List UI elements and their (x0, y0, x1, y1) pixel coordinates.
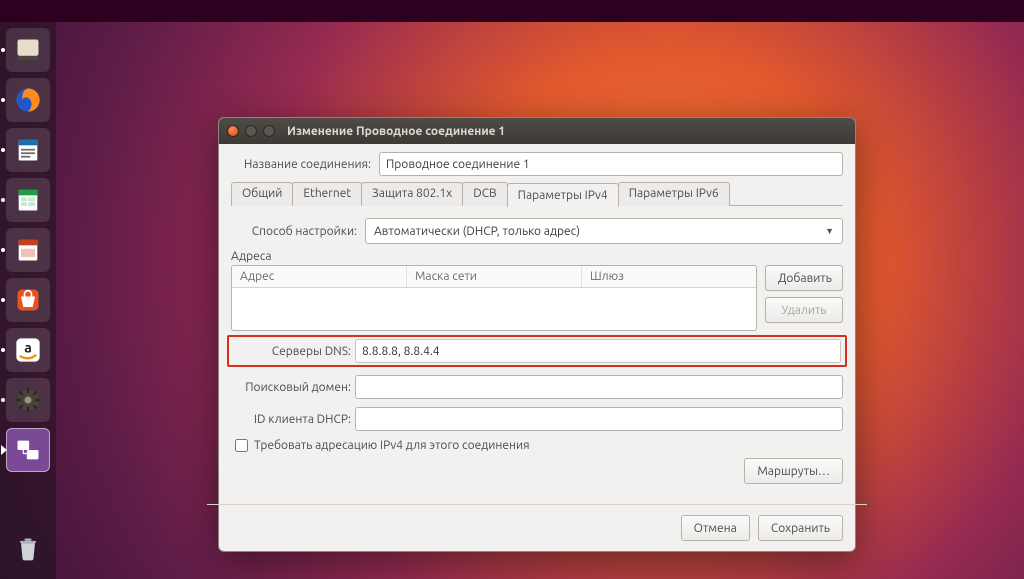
connection-name-input[interactable] (379, 152, 843, 176)
connection-editor-window: Изменение Проводное соединение 1 Названи… (218, 117, 856, 552)
tab-ipv6[interactable]: Параметры IPv6 (618, 182, 730, 206)
ipv4-method-select[interactable]: Автоматически (DHCP, только адрес) ▼ (365, 218, 843, 244)
ipv4-method-value: Автоматически (DHCP, только адрес) (374, 225, 580, 238)
col-netmask: Маска сети (407, 266, 582, 287)
launcher-settings[interactable] (6, 378, 50, 422)
require-ipv4-label: Требовать адресацию IPv4 для этого соеди… (254, 439, 530, 452)
titlebar-buttons (227, 125, 275, 137)
ipv4-method-label: Способ настройки: (231, 225, 357, 238)
network-settings-icon (14, 436, 42, 464)
tab-8021x[interactable]: Защита 802.1x (361, 182, 463, 206)
col-address: Адрес (232, 266, 407, 287)
top-panel (0, 0, 1024, 22)
launcher-writer[interactable] (6, 128, 50, 172)
launcher-trash[interactable] (6, 527, 50, 571)
window-title: Изменение Проводное соединение 1 (287, 125, 505, 138)
save-button[interactable]: Сохранить (758, 515, 843, 541)
svg-text:a: a (24, 339, 32, 355)
address-add-button[interactable]: Добавить (765, 265, 843, 291)
dns-highlight: Серверы DNS: (227, 335, 847, 367)
calc-icon (14, 186, 42, 214)
tab-dcb[interactable]: DCB (462, 182, 507, 206)
titlebar[interactable]: Изменение Проводное соединение 1 (219, 118, 855, 144)
settings-icon (14, 386, 42, 414)
tab-ethernet[interactable]: Ethernet (292, 182, 362, 206)
addresses-section-label: Адреса (231, 250, 843, 263)
routes-button[interactable]: Маршруты… (744, 458, 843, 484)
search-domains-label: Поисковый домен: (231, 381, 351, 394)
addresses-table-header: Адрес Маска сети Шлюз (232, 266, 756, 288)
launcher-calc[interactable] (6, 178, 50, 222)
firefox-icon (14, 86, 42, 114)
files-icon (14, 36, 42, 64)
tab-ipv4[interactable]: Параметры IPv4 (507, 183, 619, 207)
tab-general[interactable]: Общий (231, 182, 293, 206)
software-center-icon (14, 286, 42, 314)
dhcp-client-id-input[interactable] (355, 407, 843, 431)
amazon-icon: a (14, 336, 42, 364)
dns-servers-label: Серверы DNS: (231, 345, 351, 358)
impress-icon (14, 236, 42, 264)
search-domains-input[interactable] (355, 375, 843, 399)
window-maximize-button[interactable] (263, 125, 275, 137)
launcher-files[interactable] (6, 28, 50, 72)
window-minimize-button[interactable] (245, 125, 257, 137)
dialog-footer: Отмена Сохранить (219, 505, 855, 551)
unity-launcher: a (0, 22, 56, 579)
dns-servers-input[interactable] (355, 339, 841, 363)
chevron-down-icon: ▼ (825, 226, 834, 236)
address-delete-button[interactable]: Удалить (765, 297, 843, 323)
launcher-impress[interactable] (6, 228, 50, 272)
tab-body-ipv4: Способ настройки: Автоматически (DHCP, т… (231, 206, 843, 484)
col-gateway: Шлюз (582, 266, 756, 287)
cancel-button[interactable]: Отмена (681, 515, 750, 541)
window-close-button[interactable] (227, 125, 239, 137)
tabs: Общий Ethernet Защита 802.1x DCB Парамет… (231, 182, 843, 206)
dhcp-client-id-label: ID клиента DHCP: (231, 413, 351, 426)
launcher-firefox[interactable] (6, 78, 50, 122)
connection-name-label: Название соединения: (231, 158, 371, 171)
trash-icon (14, 535, 42, 563)
launcher-amazon[interactable]: a (6, 328, 50, 372)
launcher-network-settings[interactable] (6, 428, 50, 472)
require-ipv4-checkbox[interactable] (235, 439, 248, 452)
addresses-table[interactable]: Адрес Маска сети Шлюз (231, 265, 757, 331)
writer-icon (14, 136, 42, 164)
launcher-software-center[interactable] (6, 278, 50, 322)
